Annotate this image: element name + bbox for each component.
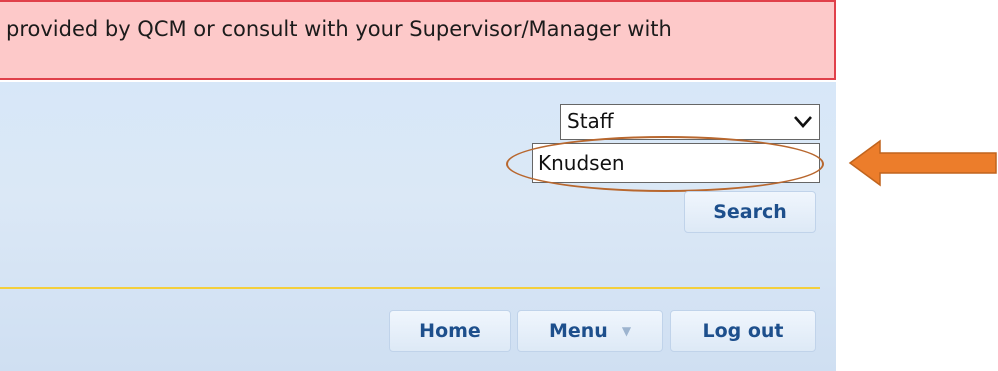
header-divider <box>0 287 820 289</box>
logout-button[interactable]: Log out <box>670 310 816 352</box>
alert-text: provided by QCM or consult with your Sup… <box>6 17 672 41</box>
home-button[interactable]: Home <box>389 310 511 352</box>
caret-down-icon: ▼ <box>621 324 632 338</box>
menu-button[interactable]: Menu ▼ <box>517 310 663 352</box>
menu-button-label: Menu <box>548 320 608 342</box>
search-input[interactable] <box>532 143 820 183</box>
search-button[interactable]: Search <box>684 191 816 233</box>
arrow-left-icon <box>848 139 997 187</box>
search-category-select[interactable]: Staff <box>560 104 820 140</box>
search-category-value: Staff <box>567 109 614 133</box>
alert-banner: provided by QCM or consult with your Sup… <box>0 0 836 80</box>
chevron-down-icon <box>794 116 812 128</box>
